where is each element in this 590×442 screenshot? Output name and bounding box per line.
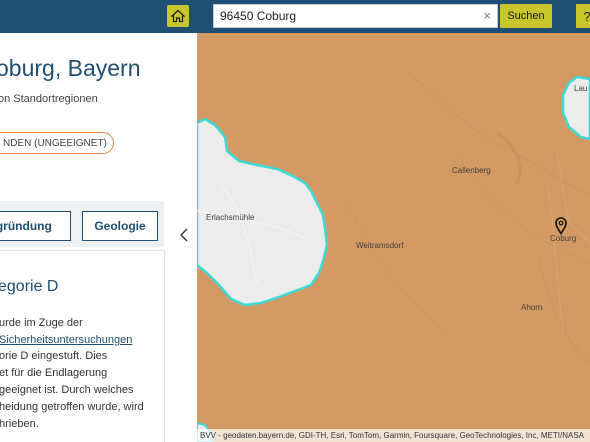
clear-icon[interactable]: ×: [483, 8, 491, 24]
body-text-line: urde im Zuge der: [0, 317, 83, 329]
body-text-line: orie D eingestuft. Dies: [0, 350, 108, 362]
collapse-panel-button[interactable]: [176, 224, 192, 246]
category-title: egorie D: [0, 278, 59, 295]
body-text-line: heidung getroffen wurde, wird: [0, 401, 144, 413]
home-button[interactable]: [167, 5, 189, 27]
body-text-line: Sicherheitsuntersuchungen: [0, 334, 132, 346]
help-button[interactable]: ?: [576, 4, 590, 28]
chevron-left-icon: [180, 228, 188, 242]
body-text-line: et für die Endlagerung: [0, 367, 108, 379]
body-text-line: hrieben.: [0, 418, 39, 430]
excluded-area: [197, 117, 329, 307]
map-label-coburg: Coburg: [550, 234, 577, 243]
map-canvas: [197, 72, 590, 442]
map-label-ahorn: Ahorn: [521, 303, 543, 312]
top-bar: × Suchen ?: [0, 0, 590, 33]
sicherheitsuntersuchungen-link[interactable]: Sicherheitsuntersuchungen: [0, 334, 132, 346]
search-input[interactable]: [214, 5, 480, 27]
map-label-callenberg: Callenberg: [452, 166, 491, 175]
tab-geologie[interactable]: Geologie: [82, 211, 158, 241]
home-icon: [171, 9, 185, 23]
page-subtitle: on Standortregionen: [0, 93, 98, 105]
search-box: ×: [213, 4, 498, 28]
map-label-erlachsmuehle: Erlachsmühle: [206, 213, 255, 222]
map-view[interactable]: Erlachsmühle Weitramsdorf Callenberg Cob…: [197, 33, 590, 442]
status-badge: NDEN (UNGEEIGNET): [0, 132, 114, 154]
info-panel: oburg, Bayern on Standortregionen NDEN (…: [0, 33, 197, 442]
search-button[interactable]: Suchen: [500, 4, 552, 28]
map-attribution: BVV - geodaten.bayern.de, GDI-TH, Esri, …: [197, 429, 590, 442]
map-label-lautertal: Lau: [574, 84, 588, 93]
tab-begruendung[interactable]: egründung: [0, 211, 71, 241]
map-label-weitramsdorf: Weitramsdorf: [356, 241, 404, 250]
page-title: oburg, Bayern: [0, 55, 141, 81]
body-text-line: geeignet ist. Durch welches: [0, 384, 134, 396]
